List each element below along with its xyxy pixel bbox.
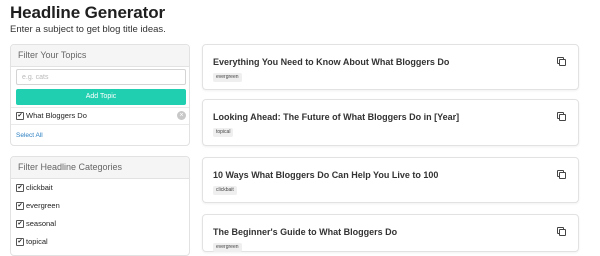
add-topic-button[interactable]: Add Topic — [16, 89, 186, 105]
category-item-topical: ✔ topical — [11, 235, 189, 247]
headline-title: 10 Ways What Bloggers Do Can Help You Li… — [213, 170, 439, 180]
category-item-evergreen: ✔ evergreen — [11, 199, 189, 211]
select-all-link[interactable]: Select All — [16, 132, 43, 139]
headline-card: 10 Ways What Bloggers Do Can Help You Li… — [202, 157, 579, 203]
category-tag: evergreen — [213, 73, 242, 82]
topic-input[interactable] — [16, 69, 186, 85]
headline-title: The Beginner's Guide to What Bloggers Do — [213, 227, 398, 237]
category-label: seasonal — [26, 219, 57, 228]
category-tag: clickbait — [213, 186, 237, 195]
category-item-clickbait: ✔ clickbait — [11, 181, 189, 193]
categories-panel: Filter Headline Categories ✔ clickbait ✔… — [10, 156, 190, 256]
category-checkbox[interactable]: ✔ — [16, 202, 24, 210]
headline-card: Looking Ahead: The Future of What Blogge… — [202, 99, 579, 146]
category-checkbox[interactable]: ✔ — [16, 220, 24, 228]
topics-panel: Filter Your Topics Add Topic ✔ What Blog… — [10, 44, 190, 146]
category-label: topical — [26, 237, 48, 246]
topic-item: ✔ What Bloggers Do × — [11, 107, 189, 125]
category-checkbox[interactable]: ✔ — [16, 238, 24, 246]
category-item-seasonal: ✔ seasonal — [11, 217, 189, 229]
headline-card: Everything You Need to Know About What B… — [202, 44, 579, 90]
category-checkbox[interactable]: ✔ — [16, 184, 24, 192]
x-circle-icon[interactable]: × — [177, 111, 186, 120]
category-tag: evergreen — [213, 243, 242, 252]
headline-title: Everything You Need to Know About What B… — [213, 57, 450, 67]
copy-icon[interactable] — [557, 112, 566, 121]
headline-title: Looking Ahead: The Future of What Blogge… — [213, 112, 460, 122]
category-label: evergreen — [26, 201, 60, 210]
copy-icon[interactable] — [557, 170, 566, 179]
copy-icon[interactable] — [557, 227, 566, 236]
categories-panel-header: Filter Headline Categories — [11, 157, 189, 179]
page-subtitle: Enter a subject to get blog title ideas. — [10, 24, 166, 35]
headline-card: The Beginner's Guide to What Bloggers Do… — [202, 214, 579, 252]
copy-icon[interactable] — [557, 57, 566, 66]
category-label: clickbait — [26, 183, 53, 192]
topic-checkbox[interactable]: ✔ — [16, 112, 24, 120]
category-tag: topical — [213, 128, 234, 137]
topics-panel-header: Filter Your Topics — [11, 45, 189, 67]
topic-label: What Bloggers Do — [26, 111, 87, 120]
page-title: Headline Generator — [10, 3, 166, 22]
